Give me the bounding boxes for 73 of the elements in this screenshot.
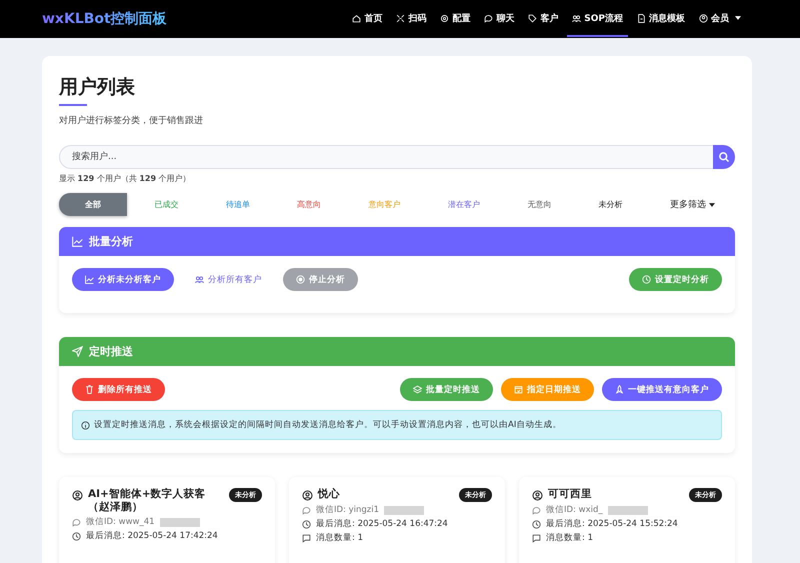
user-count-text: 显示 129 个用户（共 129 个用户） — [59, 173, 192, 184]
title-underline — [59, 104, 87, 106]
redacted-block — [608, 506, 648, 515]
search-icon — [718, 151, 730, 163]
nav-link[interactable]: SOP流程 — [567, 2, 628, 36]
redacted-block — [384, 506, 424, 515]
layers-icon — [413, 385, 422, 394]
message-icon — [302, 534, 311, 543]
clock-icon — [302, 520, 311, 529]
trash-icon — [85, 385, 94, 394]
clock-icon — [532, 520, 541, 529]
user-icon — [532, 490, 543, 501]
nav-link[interactable]: 会员 — [694, 2, 746, 36]
panel-title: 定时推送 — [89, 344, 133, 359]
user-name: 悦心 — [318, 488, 341, 502]
action-button[interactable]: 分析未分析客户 — [72, 268, 174, 291]
chat-icon — [484, 14, 494, 22]
rocket-icon — [615, 385, 624, 394]
redacted-block — [160, 518, 200, 528]
filter-tab[interactable]: 高意向 — [277, 193, 342, 216]
stop-icon — [296, 275, 305, 284]
filter-tab[interactable]: 未分析 — [578, 193, 643, 216]
search-button[interactable] — [713, 145, 735, 169]
chat-icon — [532, 506, 541, 515]
filter-tab[interactable]: 全部 — [59, 193, 127, 216]
user-icon — [699, 14, 708, 22]
action-button[interactable]: 一键推送有意向客户 — [602, 378, 722, 401]
chart-icon — [85, 275, 94, 284]
user-name: AI+智能体+数字人获客（赵泽鹏） — [88, 488, 207, 514]
calendar-icon — [514, 385, 523, 394]
chat-icon — [302, 506, 311, 515]
user-name: 可可西里 — [548, 488, 593, 502]
nav-link[interactable]: 消息模板 — [632, 2, 690, 36]
wechat-id: 微信ID: yingzi1 — [316, 505, 380, 516]
action-button[interactable]: 删除所有推送 — [72, 378, 165, 401]
wechat-id: 微信ID: wxid_ — [546, 505, 603, 516]
nav-link[interactable]: 扫码 — [391, 2, 432, 36]
message-count: 消息数量: 1 — [316, 533, 363, 544]
nav-link[interactable]: 配置 — [435, 2, 476, 36]
message-icon — [532, 534, 541, 543]
brand-logo-text[interactable]: wxKLBot控制面板 — [42, 10, 167, 28]
search-field[interactable]: 搜索用户... — [59, 145, 713, 169]
last-message-time: 最后消息: 2025-05-24 15:52:24 — [546, 519, 678, 530]
filter-dropdown[interactable]: 更多筛选 — [650, 192, 735, 217]
user-icon — [302, 490, 313, 501]
people-icon — [572, 14, 582, 22]
chat-icon — [72, 518, 81, 528]
clock-icon — [72, 532, 81, 542]
filter-tab[interactable]: 无意向 — [507, 193, 572, 216]
page-title: 用户列表 — [59, 75, 136, 100]
info-icon — [81, 420, 90, 430]
filter-tab[interactable]: 待追单 — [206, 193, 270, 216]
nav-link[interactable]: 客户 — [523, 2, 564, 36]
nav-link[interactable]: 首页 — [347, 2, 388, 36]
chart-line-icon — [72, 236, 83, 247]
wechat-id: 微信ID: www_41 — [86, 517, 155, 528]
doc-icon — [637, 14, 646, 22]
clock-icon — [642, 275, 651, 284]
home-icon — [352, 14, 362, 22]
last-message-time: 最后消息: 2025-05-24 16:47:24 — [316, 519, 448, 530]
action-button[interactable]: 分析所有客户 — [182, 268, 275, 291]
caret-icon — [709, 202, 715, 206]
page-subtitle: 对用户进行标签分类，便于销售跟进 — [59, 114, 204, 127]
nav-link[interactable]: 聊天 — [479, 2, 520, 36]
last-message-time: 最后消息: 2025-05-24 17:42:24 — [86, 531, 218, 542]
tag-icon — [528, 14, 538, 22]
message-count: 消息数量: 1 — [546, 533, 593, 544]
info-text: 设置定时推送消息，系统会根据设定的间隔时间自动发送消息给客户。可以手动设置消息内容，也可以由AI自动生成。 — [94, 419, 562, 431]
people-icon — [195, 275, 204, 284]
user-icon — [72, 490, 83, 501]
panel-title: 批量分析 — [89, 234, 133, 249]
send-icon — [72, 346, 83, 357]
filter-tab[interactable]: 潜在客户 — [428, 193, 500, 216]
